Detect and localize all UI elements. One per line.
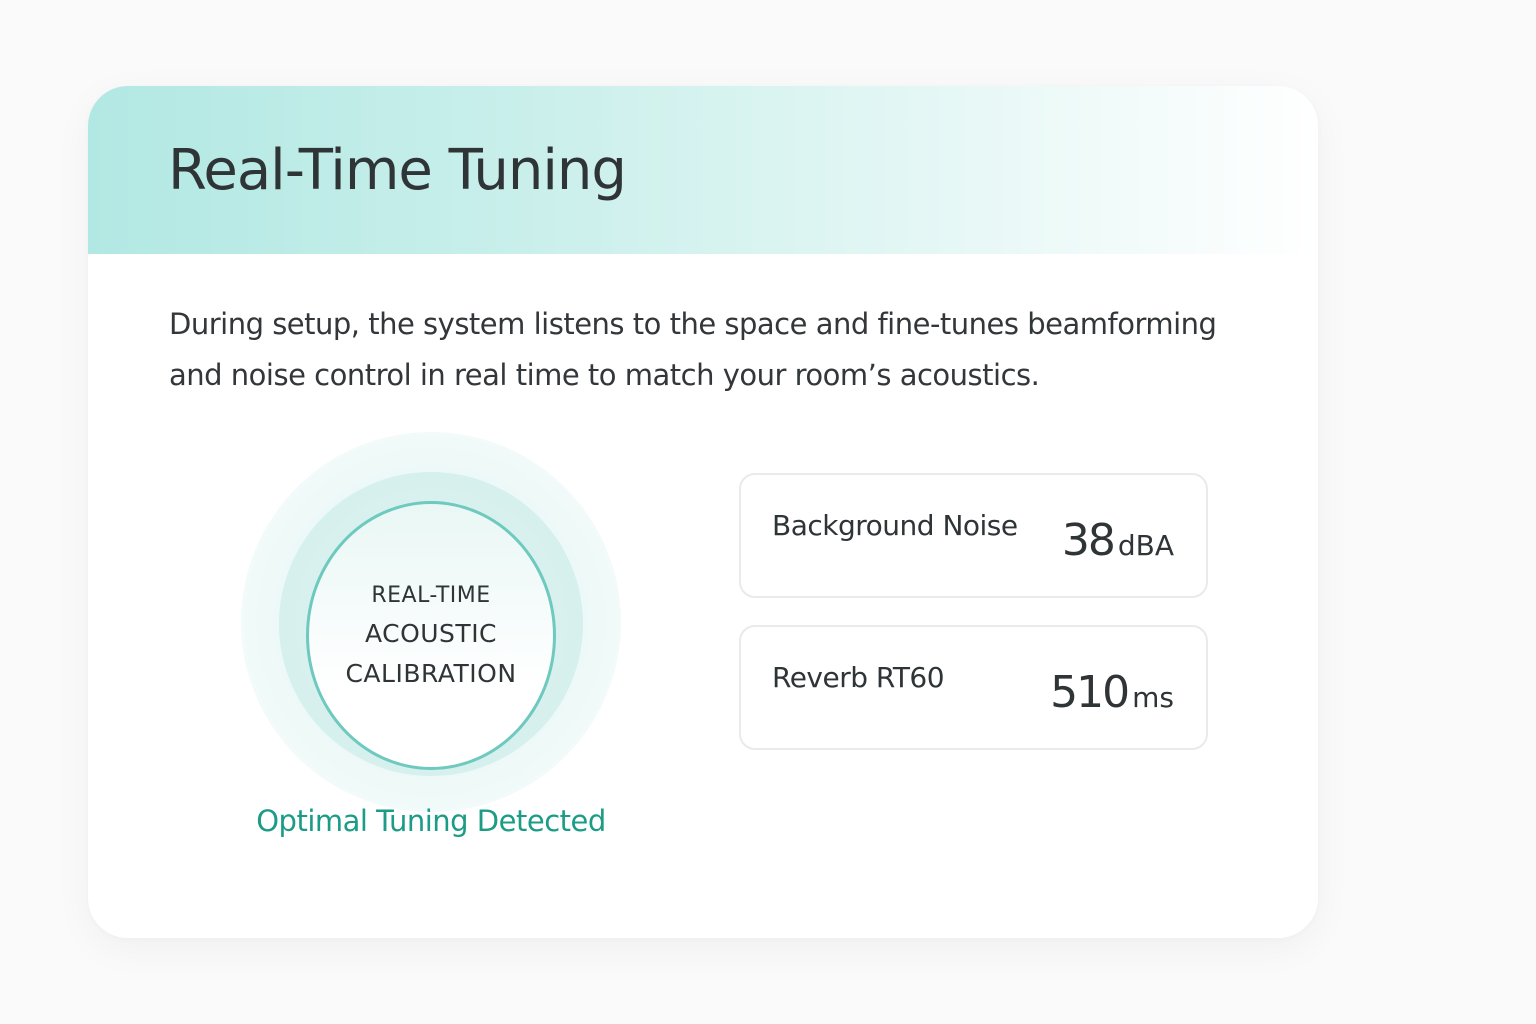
metric-label: Background Noise bbox=[772, 509, 1018, 542]
metric-number: 38 bbox=[1061, 515, 1116, 566]
real-time-tuning-card: Real-Time Tuning During setup, the syste… bbox=[88, 86, 1318, 938]
calibration-indicator: REAL-TIME ACOUSTIC CALIBRATION bbox=[241, 432, 621, 812]
calibration-label-line-3: CALIBRATION bbox=[345, 658, 517, 688]
calibration-label-line-2: ACOUSTIC bbox=[364, 618, 498, 648]
metric-value: 510 ms bbox=[1050, 667, 1174, 718]
metric-number: 510 bbox=[1050, 667, 1130, 718]
tuning-status-text: Optimal Tuning Detected bbox=[256, 804, 606, 838]
metric-card-background-noise: Background Noise 38 dBA bbox=[739, 473, 1208, 598]
metric-label: Reverb RT60 bbox=[772, 661, 945, 694]
calibration-label-line-1: REAL-TIME bbox=[371, 582, 491, 608]
metric-unit: ms bbox=[1132, 681, 1174, 714]
card-title: Real-Time Tuning bbox=[168, 138, 627, 203]
card-description: During setup, the system listens to the … bbox=[169, 307, 1217, 392]
metric-value: 38 dBA bbox=[1062, 515, 1174, 566]
page: Real-Time Tuning During setup, the syste… bbox=[0, 0, 1536, 1024]
metric-unit: dBA bbox=[1117, 529, 1174, 562]
calibration-inner-circle: REAL-TIME ACOUSTIC CALIBRATION bbox=[306, 501, 556, 770]
metric-card-reverb-rt60: Reverb RT60 510 ms bbox=[739, 625, 1208, 750]
